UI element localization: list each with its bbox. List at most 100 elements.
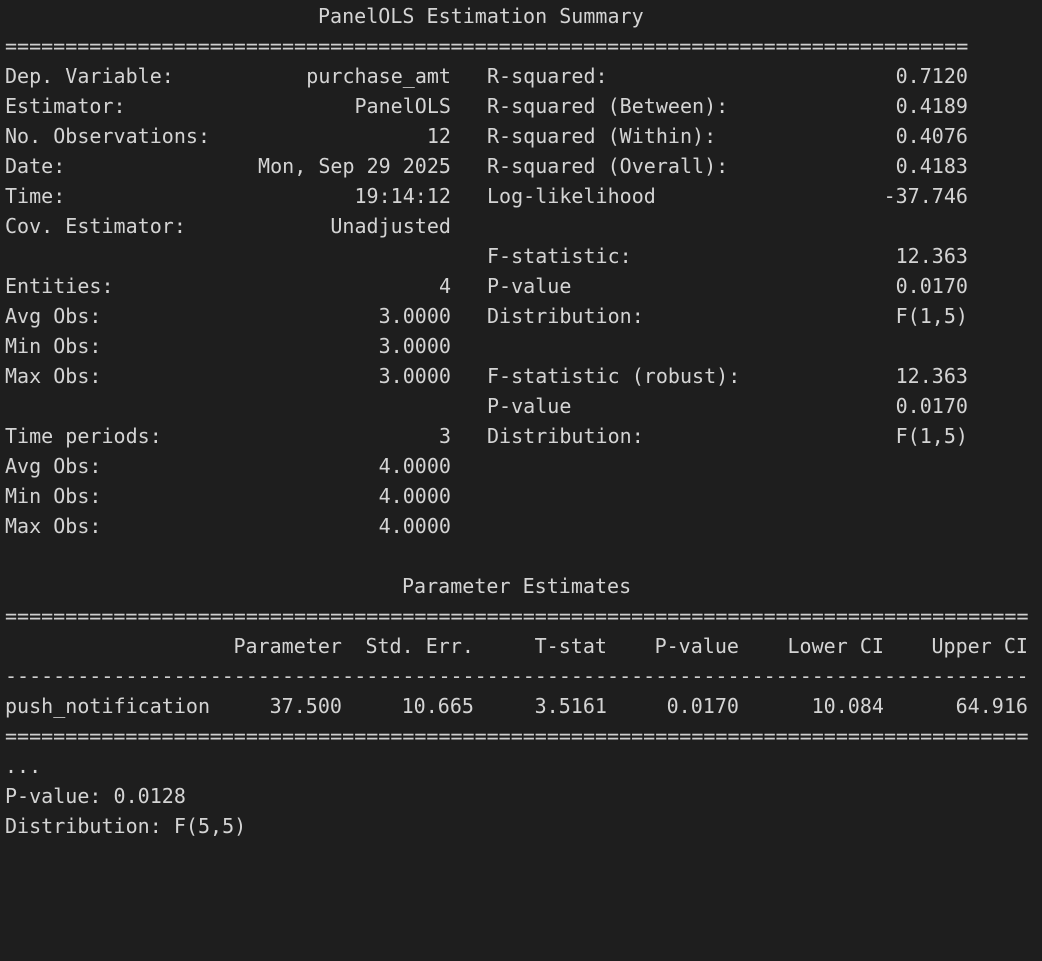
params-rule-top: ========================================… (5, 604, 1028, 628)
summary-value: 4.0000 (378, 484, 451, 508)
summary-label: R-squared (Within): (487, 124, 717, 148)
header-upper-ci: Upper CI (931, 634, 1028, 658)
summary-value: 3.0000 (378, 334, 451, 358)
footer-distribution: Distribution: F(5,5) (5, 814, 247, 838)
summary-row-entity-avg-obs: Avg Obs: 3.0000 (5, 301, 451, 331)
summary-value: F(1,5) (895, 424, 968, 448)
summary-row-f-statistic-robust: F-statistic (robust): 12.363 (487, 361, 968, 391)
summary-label: P-value (487, 274, 572, 298)
summary-row-robust-pvalue: P-value 0.0170 (487, 391, 968, 421)
summary-label: F-statistic (robust): (487, 364, 741, 388)
summary-row-entity-max-obs: Max Obs: 3.0000 (5, 361, 451, 391)
header-std-err: Std. Err. (365, 634, 474, 658)
summary-row-entities: Entities: 4 (5, 271, 451, 301)
summary-value: 0.4189 (895, 94, 968, 118)
summary-value: 4.0000 (378, 454, 451, 478)
summary-label: R-squared (Between): (487, 94, 729, 118)
summary-label: F-statistic: (487, 244, 632, 268)
header-p-value: P-value (654, 634, 739, 658)
params-header-row: Parameter Std. Err. T-stat P-value Lower… (5, 631, 1028, 661)
summary-row-time: Time: 19:14:12 (5, 181, 451, 211)
summary-label: Time: (5, 184, 66, 208)
summary-row-dep-variable: Dep. Variable: purchase_amt (5, 61, 451, 91)
table-row: push_notification 37.500 10.665 3.5161 0… (5, 691, 1028, 721)
param-lower-ci: 10.084 (811, 694, 884, 718)
summary-value: PanelOLS (354, 94, 451, 118)
summary-value: 3.0000 (378, 304, 451, 328)
summary-value: Unadjusted (330, 214, 451, 238)
summary-row-log-likelihood: Log-likelihood -37.746 (487, 181, 968, 211)
summary-value: 12.363 (895, 364, 968, 388)
summary-value: 4 (438, 274, 451, 298)
footer-pvalue: P-value: 0.0128 (5, 784, 186, 808)
summary-label: Avg Obs: (5, 304, 102, 328)
param-upper-ci: 64.916 (955, 694, 1028, 718)
summary-row-observations: No. Observations: 12 (5, 121, 451, 151)
summary-row-time-periods: Time periods: 3 (5, 421, 451, 451)
summary-value: 3 (438, 424, 451, 448)
summary-value: 4.0000 (378, 514, 451, 538)
params-rule-mid: ----------------------------------------… (5, 664, 1028, 688)
summary-value: 0.0170 (895, 274, 968, 298)
terminal-output: PanelOLS Estimation Summary ============… (5, 0, 1037, 844)
summary-label: Date: (5, 154, 66, 178)
summary-label: P-value (487, 394, 572, 418)
summary-label: R-squared: (487, 64, 608, 88)
summary-row-f-statistic: F-statistic: 12.363 (487, 241, 968, 271)
summary-value: 3.0000 (378, 364, 451, 388)
summary-label: Avg Obs: (5, 454, 102, 478)
summary-value: 0.0170 (895, 394, 968, 418)
summary-value: -37.746 (883, 184, 968, 208)
summary-row-f-pvalue: P-value 0.0170 (487, 271, 968, 301)
summary-row-time-max-obs: Max Obs: 4.0000 (5, 511, 451, 541)
summary-title: PanelOLS Estimation Summary (318, 4, 644, 28)
param-p-value: 0.0170 (666, 694, 739, 718)
summary-label: R-squared (Overall): (487, 154, 729, 178)
summary-label: Dep. Variable: (5, 64, 174, 88)
header-t-stat: T-stat (534, 634, 607, 658)
header-lower-ci: Lower CI (787, 634, 884, 658)
summary-row-time-min-obs: Min Obs: 4.0000 (5, 481, 451, 511)
summary-row-entity-min-obs: Min Obs: 3.0000 (5, 331, 451, 361)
param-name: push_notification (5, 694, 211, 718)
summary-row-date: Date: Mon, Sep 29 2025 (5, 151, 451, 181)
summary-value: 12.363 (895, 244, 968, 268)
summary-value: 12 (426, 124, 451, 148)
summary-label: Estimator: (5, 94, 126, 118)
summary-label: Max Obs: (5, 514, 102, 538)
params-title: Parameter Estimates (402, 574, 632, 598)
summary-row-cov-estimator: Cov. Estimator: Unadjusted (5, 211, 451, 241)
summary-value: F(1,5) (895, 304, 968, 328)
summary-label: Max Obs: (5, 364, 102, 388)
summary-row-f-distribution: Distribution: F(1,5) (487, 301, 968, 331)
param-estimate: 37.500 (269, 694, 342, 718)
params-rule-bottom: ========================================… (5, 724, 1028, 748)
summary-label: Min Obs: (5, 484, 102, 508)
summary-row-estimator: Estimator: PanelOLS (5, 91, 451, 121)
summary-label: Min Obs: (5, 334, 102, 358)
param-std-err: 10.665 (401, 694, 474, 718)
summary-value: 0.4076 (895, 124, 968, 148)
summary-row-robust-distribution: Distribution: F(1,5) (487, 421, 968, 451)
summary-row-r-squared-within: R-squared (Within): 0.4076 (487, 121, 968, 151)
header-parameter: Parameter (233, 634, 342, 658)
summary-value: 0.7120 (895, 64, 968, 88)
summary-value: purchase_amt (306, 64, 451, 88)
summary-row-r-squared: R-squared: 0.7120 (487, 61, 968, 91)
summary-label: Log-likelihood (487, 184, 656, 208)
summary-label: Distribution: (487, 304, 644, 328)
output-ellipsis: ... (5, 754, 42, 778)
summary-row-r-squared-overall: R-squared (Overall): 0.4183 (487, 151, 968, 181)
summary-row-r-squared-between: R-squared (Between): 0.4189 (487, 91, 968, 121)
summary-label: Distribution: (487, 424, 644, 448)
summary-row-time-avg-obs: Avg Obs: 4.0000 (5, 451, 451, 481)
param-t-stat: 3.5161 (534, 694, 607, 718)
summary-label: Entities: (5, 274, 114, 298)
summary-value: 0.4183 (895, 154, 968, 178)
summary-label: No. Observations: (5, 124, 211, 148)
summary-rule-top: ========================================… (5, 34, 968, 58)
summary-label: Time periods: (5, 424, 162, 448)
summary-value: 19:14:12 (354, 184, 451, 208)
summary-value: Mon, Sep 29 2025 (258, 154, 451, 178)
summary-label: Cov. Estimator: (5, 214, 186, 238)
